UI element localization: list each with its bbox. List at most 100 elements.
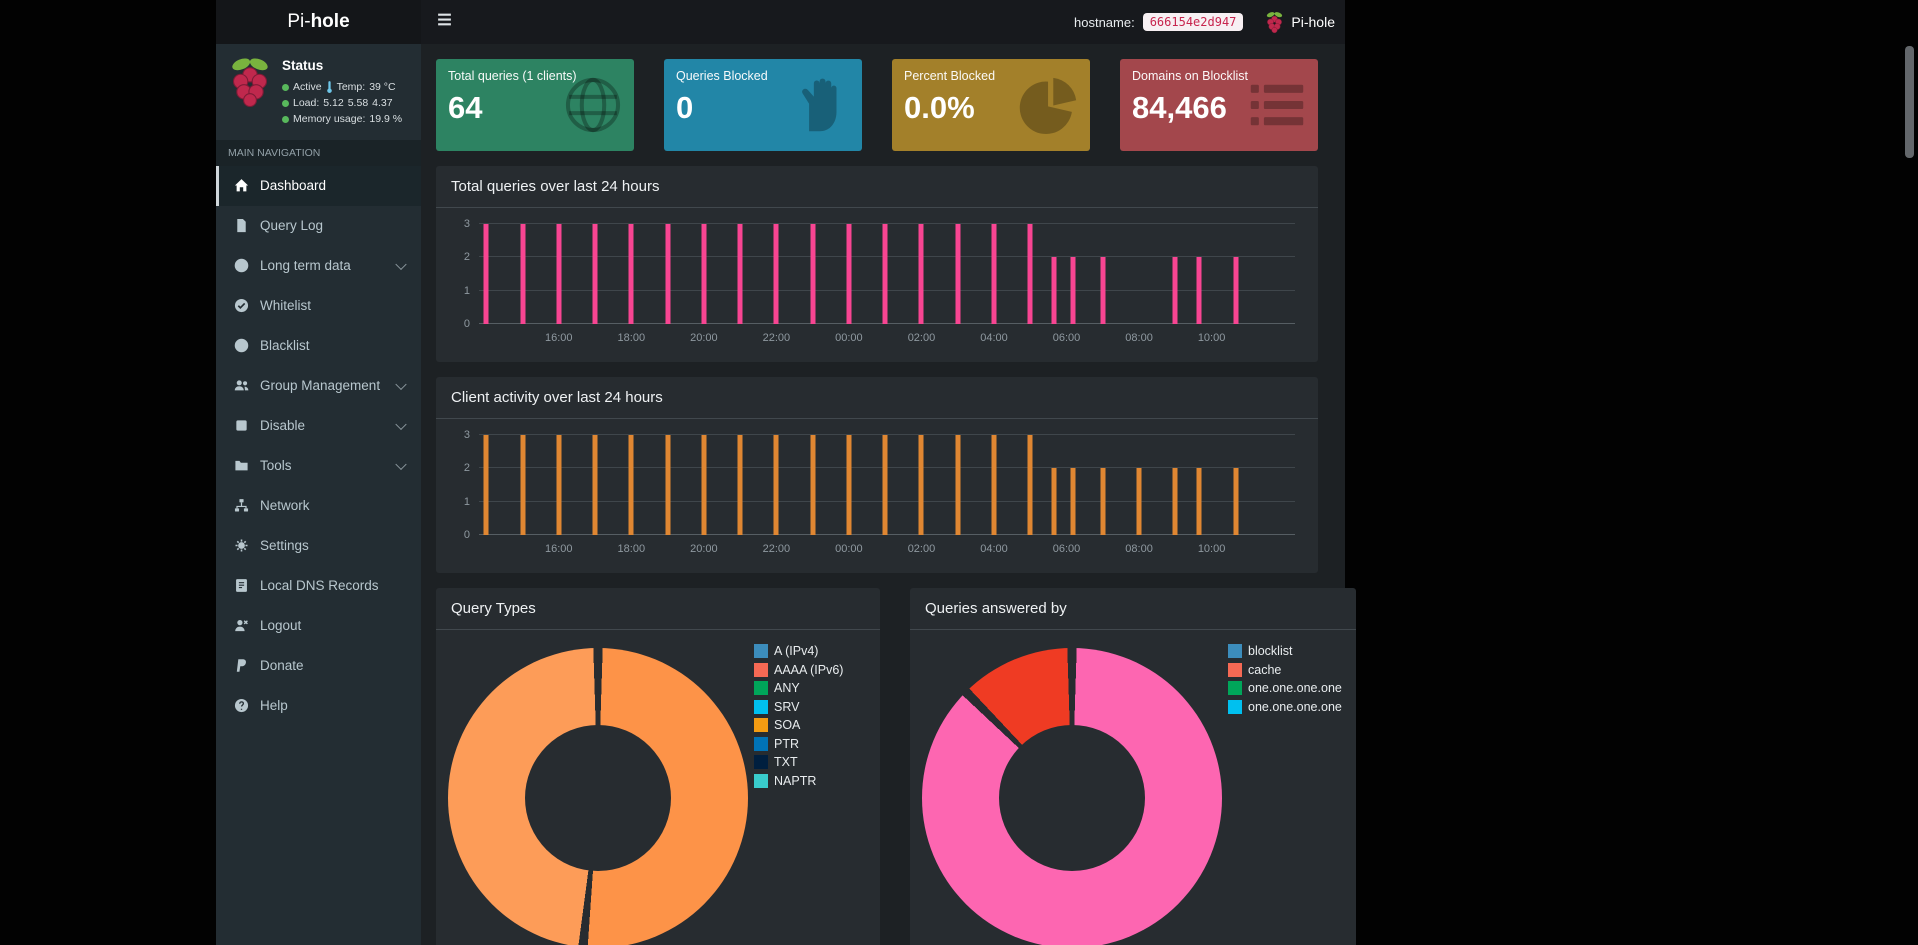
sidebar-item-network[interactable]: Network [216, 486, 421, 526]
chart-bar[interactable] [592, 224, 598, 324]
legend-item[interactable]: blocklist [1228, 644, 1342, 658]
chart-bar[interactable] [1172, 468, 1178, 535]
queries-answered-donut[interactable] [922, 648, 1222, 945]
y-axis-label: 3 [463, 429, 470, 441]
sidebar-item-dashboard[interactable]: Dashboard [216, 165, 421, 206]
chart-bar[interactable] [1100, 468, 1106, 535]
chart-bar[interactable] [520, 224, 526, 324]
chart-bar[interactable] [918, 435, 924, 535]
chart-bar[interactable] [1051, 257, 1057, 324]
sidebar-item-label: Disable [260, 418, 306, 434]
sidebar-item-label: Logout [260, 618, 302, 634]
chart-bar[interactable] [1196, 257, 1202, 324]
status-ok-dot-icon [282, 83, 289, 91]
legend-item[interactable]: SOA [754, 718, 866, 732]
chart-bar[interactable] [846, 224, 852, 324]
sidebar-item-group-management[interactable]: Group Management [216, 366, 421, 406]
chart-bar[interactable] [1027, 224, 1033, 324]
pihole-brand-link[interactable]: Pi-hole [1265, 11, 1335, 34]
chart-bar[interactable] [628, 224, 634, 324]
sidebar-nav: Dashboard Query Log Long term data Whitelis… [216, 165, 421, 726]
panel-title: Query Types [436, 588, 880, 630]
chart-bar[interactable] [701, 224, 707, 324]
queries-answered-legend: blocklist cache one.one.one.one one.one.one… [1228, 644, 1342, 945]
chart-bar[interactable] [1100, 257, 1106, 324]
app-logo[interactable]: Pi-hole [216, 0, 421, 44]
chart-bar[interactable] [1172, 257, 1178, 324]
bar-plot[interactable]: 0 1 2 3 [464, 218, 1295, 330]
donut-hole [525, 725, 671, 871]
client-activity-chart[interactable]: 0 1 2 3 16:00 18:00 20:00 22:00 00:00 02:00 04:00 0… [464, 429, 1295, 563]
chart-bar[interactable] [773, 224, 779, 324]
legend-item[interactable]: AAAA (IPv6) [754, 662, 866, 677]
legend-item[interactable]: cache [1228, 662, 1342, 677]
chart-bar[interactable] [955, 435, 961, 535]
x-axis-label: 00:00 [835, 543, 863, 555]
sidebar-item-local-dns-records[interactable]: Local DNS Records [216, 566, 421, 606]
chart-bar[interactable] [1070, 257, 1076, 324]
chart-bar[interactable] [882, 435, 888, 535]
status-line-active: Active Temp: 39 °C [282, 79, 402, 95]
query-types-donut[interactable] [448, 648, 748, 945]
legend-item[interactable]: SRV [754, 699, 866, 714]
sidebar-item-long-term-data[interactable]: Long term data [216, 246, 421, 286]
y-axis-label: 0 [463, 529, 470, 541]
x-axis-label: 08:00 [1125, 332, 1153, 344]
chart-bar[interactable] [991, 435, 997, 535]
sidebar-item-donate[interactable]: Donate [216, 646, 421, 686]
chart-bar[interactable] [628, 435, 634, 535]
sidebar-item-logout[interactable]: Logout [216, 606, 421, 646]
hand-icon [790, 74, 852, 136]
chart-bar[interactable] [810, 435, 816, 535]
chart-bar[interactable] [991, 224, 997, 324]
card-domains-blocklist: Domains on Blocklist 84,466 [1120, 59, 1318, 151]
sidebar-item-blacklist[interactable]: Blacklist [216, 326, 421, 366]
chart-bar[interactable] [556, 435, 562, 535]
logo-text: Pi- [287, 11, 311, 32]
chart-bar[interactable] [955, 224, 961, 324]
total-queries-chart[interactable]: 0 1 2 3 16:00 18:00 20:00 22:00 00:00 02:00 04:00 0… [464, 218, 1295, 352]
chart-bar[interactable] [483, 435, 489, 535]
sidebar-toggle-button[interactable] [421, 0, 467, 44]
chevron-down-icon [395, 258, 407, 270]
legend-item[interactable]: ANY [754, 681, 866, 695]
chart-bar[interactable] [483, 224, 489, 324]
sidebar-item-settings[interactable]: Settings [216, 526, 421, 566]
chart-bar[interactable] [1196, 468, 1202, 535]
chart-bar[interactable] [1051, 468, 1057, 535]
sidebar-item-label: Donate [260, 658, 304, 674]
sidebar-item-disable[interactable]: Disable [216, 406, 421, 446]
legend-item[interactable]: one.one.one.one [1228, 681, 1342, 695]
legend-item[interactable]: one.one.one.one [1228, 699, 1342, 714]
chart-bar[interactable] [1070, 468, 1076, 535]
sidebar-item-help[interactable]: Help [216, 686, 421, 726]
chart-bar[interactable] [1027, 435, 1033, 535]
legend-item[interactable]: NAPTR [754, 773, 866, 788]
chart-bar[interactable] [882, 224, 888, 324]
chart-bar[interactable] [1233, 468, 1239, 535]
chart-bar[interactable] [737, 435, 743, 535]
legend-item[interactable]: A (IPv4) [754, 644, 866, 658]
legend-swatch [754, 699, 768, 714]
sidebar-item-whitelist[interactable]: Whitelist [216, 286, 421, 326]
sidebar-item-tools[interactable]: Tools [216, 446, 421, 486]
sidebar-item-query-log[interactable]: Query Log [216, 206, 421, 246]
legend-item[interactable]: PTR [754, 736, 866, 751]
chart-bar[interactable] [810, 224, 816, 324]
chart-bar[interactable] [665, 224, 671, 324]
chart-bar[interactable] [556, 224, 562, 324]
legend-swatch [1228, 644, 1242, 658]
chart-bar[interactable] [1233, 257, 1239, 324]
chart-bar[interactable] [737, 224, 743, 324]
scrollbar-thumb[interactable] [1905, 46, 1914, 158]
legend-item[interactable]: TXT [754, 755, 866, 769]
chart-bar[interactable] [701, 435, 707, 535]
chart-bar[interactable] [773, 435, 779, 535]
chart-bar[interactable] [520, 435, 526, 535]
chart-bar[interactable] [918, 224, 924, 324]
chart-bar[interactable] [1136, 468, 1142, 535]
chart-bar[interactable] [665, 435, 671, 535]
bar-plot[interactable]: 0 1 2 3 [464, 429, 1295, 541]
chart-bar[interactable] [846, 435, 852, 535]
chart-bar[interactable] [592, 435, 598, 535]
